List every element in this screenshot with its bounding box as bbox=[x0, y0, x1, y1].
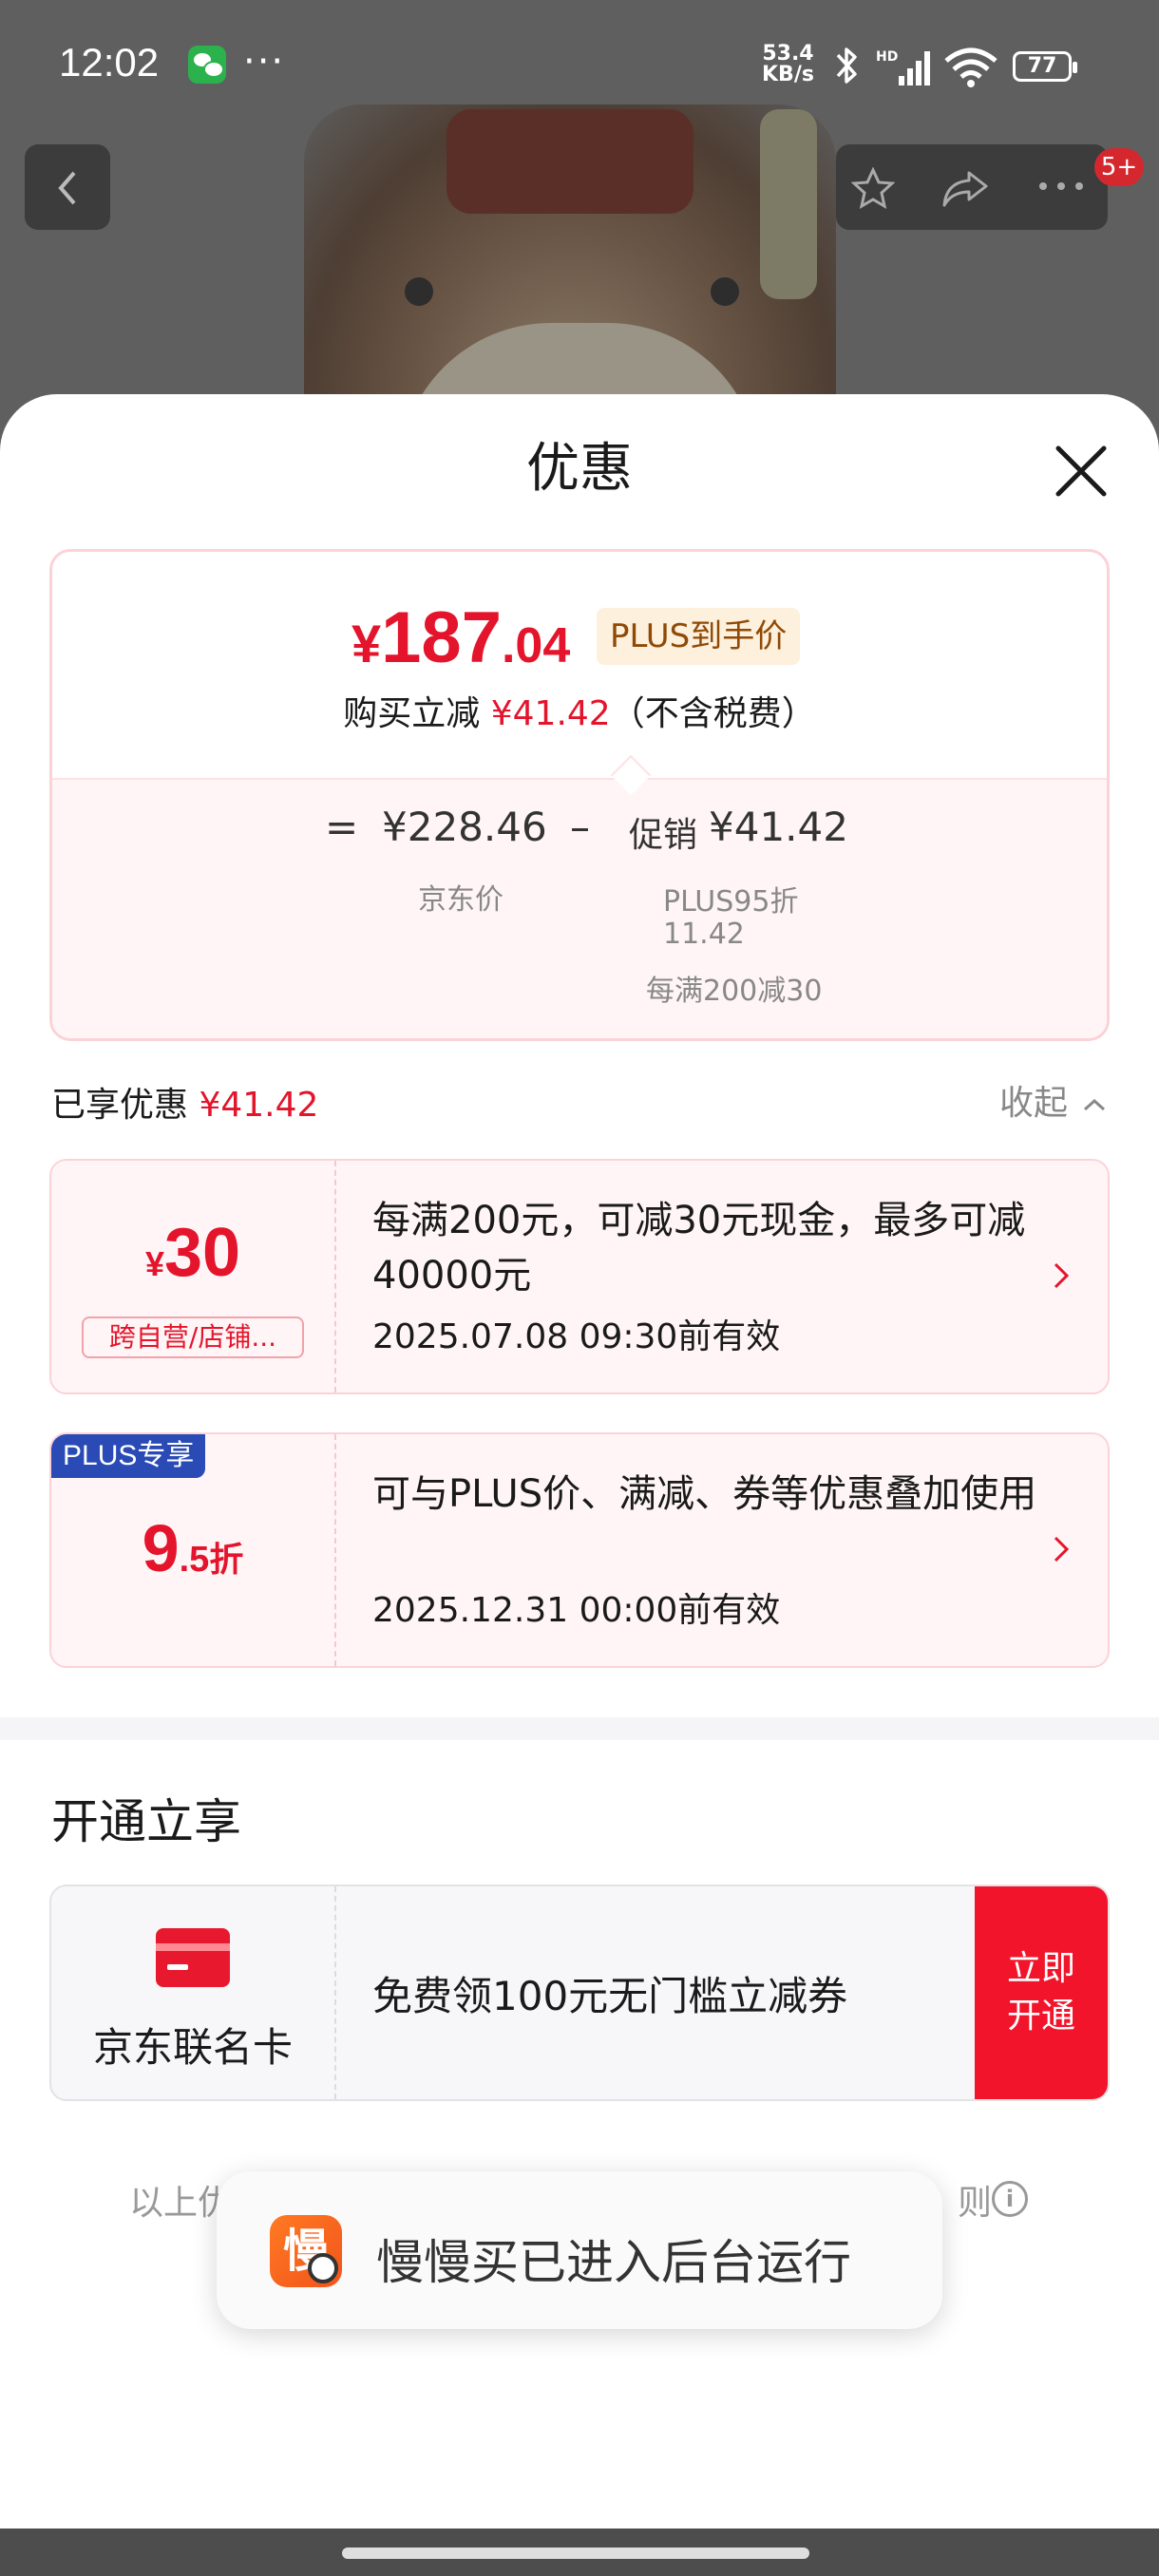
minus-sign: – bbox=[570, 804, 590, 850]
enjoyed-discounts: 已享优惠 ¥41.42 bbox=[51, 1077, 318, 1127]
coupon-validity: 2025.12.31 00:00前有效 bbox=[372, 1591, 781, 1630]
chevron-up-icon bbox=[1084, 1098, 1106, 1111]
coupon-divider bbox=[334, 1161, 336, 1392]
promo-detail-plus: PLUS95折 bbox=[663, 885, 799, 919]
chevron-left-icon bbox=[58, 171, 76, 205]
promo-amount: ¥41.42 bbox=[709, 804, 848, 850]
background-toast: 慢 慢慢买已进入后台运行 bbox=[217, 2171, 942, 2329]
collapse-button[interactable]: 收起 bbox=[999, 1075, 1107, 1125]
home-indicator[interactable] bbox=[342, 2548, 809, 2559]
back-button[interactable] bbox=[25, 144, 110, 230]
reduction-amount: ¥41.42 bbox=[490, 694, 611, 733]
product-image-screw bbox=[711, 277, 739, 306]
open-now-line1: 立即 bbox=[1006, 1949, 1075, 1988]
chevron-right-icon bbox=[1054, 1262, 1070, 1289]
rules-link[interactable]: 则 bbox=[958, 2175, 992, 2225]
enjoyed-label: 已享优惠 bbox=[51, 1086, 189, 1125]
final-price-currency: ¥ bbox=[352, 614, 382, 673]
open-section-title: 开通立享 bbox=[51, 1794, 241, 1849]
close-icon[interactable] bbox=[1053, 443, 1110, 500]
equals-sign: = bbox=[325, 804, 359, 850]
final-price-decimal: .04 bbox=[501, 618, 571, 673]
bluetooth-icon bbox=[836, 47, 857, 84]
coupon-discount-decimal: .5 bbox=[179, 1540, 210, 1580]
sheet-title: 优惠 bbox=[526, 438, 633, 500]
net-speed-value: 53.4 bbox=[762, 42, 814, 66]
more-icon[interactable] bbox=[1037, 180, 1085, 192]
coupon-validity: 2025.07.08 09:30前有效 bbox=[372, 1317, 781, 1356]
coupon-value: 9.5折 bbox=[51, 1434, 334, 1666]
coupon-amount: 30 bbox=[163, 1215, 241, 1291]
coupon-scope-tag: 跨自营/店铺... bbox=[82, 1316, 304, 1358]
credit-card-icon bbox=[156, 1928, 230, 1987]
open-now-button[interactable]: 立即 开通 bbox=[975, 1886, 1108, 2099]
open-now-line2: 开通 bbox=[1006, 1997, 1075, 2036]
top-action-bar bbox=[836, 144, 1108, 230]
offer-divider bbox=[334, 1886, 336, 2099]
promo-detail-full-reduction: 每满200减30 bbox=[646, 975, 823, 1008]
info-icon[interactable]: i bbox=[992, 2181, 1028, 2217]
battery-icon: 77 bbox=[1013, 51, 1077, 82]
final-price-integer: 187 bbox=[381, 597, 502, 678]
status-bar: 12:02 ··· 53.4 KB/s HD 77 bbox=[0, 0, 1159, 133]
coupon-value: ¥30 跨自营/店铺... bbox=[51, 1161, 334, 1392]
wechat-notification-icon bbox=[188, 46, 226, 84]
promo-label: 促销 bbox=[629, 816, 698, 855]
chevron-right-icon bbox=[1054, 1536, 1070, 1563]
tax-note: （不含税费） bbox=[610, 694, 816, 733]
coupon-plus-discount[interactable]: PLUS专享 9.5折 可与PLUS价、满减、券等优惠叠加使用 2025.12.… bbox=[49, 1432, 1110, 1668]
more-notifications-icon: ··· bbox=[243, 40, 286, 84]
jd-price: ¥228.46 bbox=[382, 804, 547, 850]
product-image-screw bbox=[405, 277, 433, 306]
collapse-label: 收起 bbox=[999, 1084, 1069, 1123]
jd-price-label: 京东价 bbox=[418, 883, 504, 917]
coupon-currency: ¥ bbox=[144, 1244, 164, 1283]
card-offer-description: 免费领100元无门槛立减券 bbox=[372, 1973, 848, 2019]
app-icon: 慢 bbox=[270, 2215, 342, 2287]
price-breakdown-card bbox=[49, 549, 1110, 1041]
co-branded-card-offer: 京东联名卡 免费领100元无门槛立减券 立即 开通 bbox=[49, 1885, 1110, 2101]
toast-message: 慢慢买已进入后台运行 bbox=[376, 2235, 851, 2290]
card-name: 京东联名卡 bbox=[92, 2024, 293, 2071]
coupon-full-reduction[interactable]: ¥30 跨自营/店铺... 每满200元，可减30元现金，最多可减40000元 … bbox=[49, 1159, 1110, 1394]
product-image-strap-side bbox=[760, 109, 817, 299]
cart-count-badge: 5+ bbox=[1094, 148, 1144, 186]
purchase-reduction-line: 购买立减 ¥41.42（不含税费） bbox=[0, 686, 1159, 735]
net-speed: 53.4 KB/s bbox=[762, 44, 814, 85]
signal-icon: HD bbox=[876, 49, 930, 85]
status-time: 12:02 bbox=[59, 40, 160, 85]
coupon-discount-unit: 折 bbox=[209, 1541, 244, 1580]
plus-price-tag: PLUS到手价 bbox=[597, 608, 801, 665]
svg-text:HD: HD bbox=[876, 49, 898, 65]
wifi-icon bbox=[944, 47, 998, 87]
share-icon[interactable] bbox=[940, 167, 990, 209]
net-speed-unit: KB/s bbox=[762, 63, 814, 86]
coupon-description: 可与PLUS价、满减、券等优惠叠加使用 bbox=[372, 1472, 1037, 1516]
enjoyed-amount: ¥41.42 bbox=[199, 1086, 319, 1125]
promo-detail-plus-value: 11.42 bbox=[663, 918, 745, 951]
section-separator bbox=[0, 1717, 1159, 1740]
coupon-discount-integer: 9 bbox=[142, 1511, 180, 1585]
coupon-divider bbox=[334, 1434, 336, 1666]
coupon-description: 每满200元，可减30元现金，最多可减40000元 bbox=[372, 1199, 1026, 1297]
reduction-label: 购买立减 bbox=[343, 694, 481, 733]
star-icon[interactable] bbox=[851, 167, 895, 209]
final-price: ¥187.04 bbox=[352, 597, 570, 679]
